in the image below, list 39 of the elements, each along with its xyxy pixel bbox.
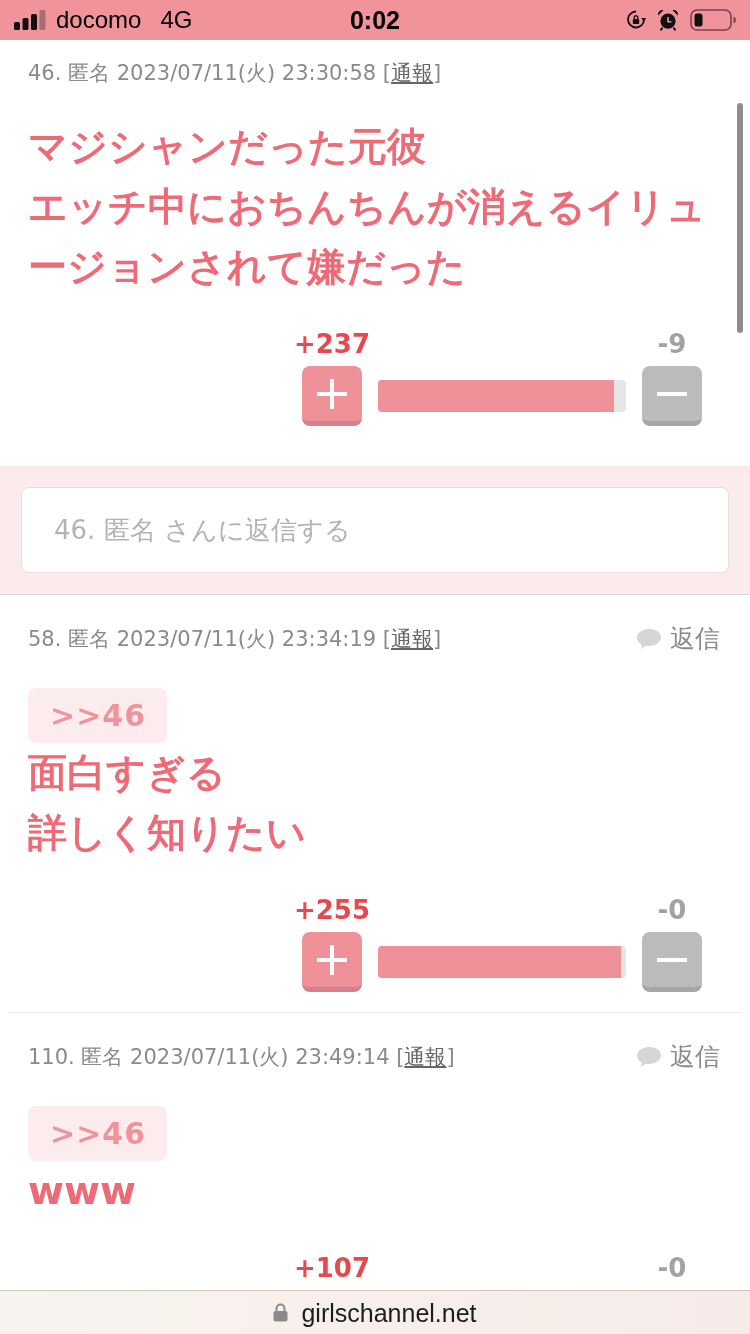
alarm-clock-icon	[657, 9, 679, 31]
post-body: www	[28, 1167, 138, 1215]
speech-bubble-icon	[636, 1046, 662, 1068]
clock-time: 0:02	[349, 6, 400, 34]
minus-icon	[657, 391, 687, 396]
post-meta: 46. 匿名 2023/07/11(火) 23:30:58 [通報]	[28, 60, 442, 87]
plus-vote-button[interactable]	[302, 932, 362, 992]
minus-count: -0	[657, 1253, 687, 1283]
plus-icon	[317, 378, 347, 409]
post-body: 面白すぎる 詳しく知りたい	[28, 749, 307, 857]
network-label: 4G	[160, 6, 193, 34]
minus-vote-button[interactable]	[642, 932, 702, 992]
url-text: girlschannel.net	[301, 1297, 477, 1328]
post-meta: 110. 匿名 2023/07/11(火) 23:49:14 [通報]	[28, 1044, 455, 1071]
post-body: マジシャンだった元彼 エッチ中におちんちんが消えるイリュージョンされて嫌だった	[28, 123, 707, 291]
report-link[interactable]: 通報	[391, 61, 434, 85]
plus-count: +255	[293, 895, 371, 925]
speech-bubble-icon	[636, 628, 662, 650]
plus-icon	[317, 944, 347, 975]
signal-icon	[14, 10, 46, 30]
rotation-lock-icon	[626, 10, 646, 30]
reply-field[interactable]: 46. 匿名 さんに返信する	[21, 487, 729, 573]
reply-anchor-link[interactable]: >>46	[28, 1106, 168, 1161]
report-link[interactable]: 通報	[391, 627, 434, 651]
reply-anchor-link[interactable]: >>46	[28, 688, 168, 743]
lock-icon	[273, 1303, 289, 1322]
reply-button[interactable]: 返信	[636, 625, 720, 653]
carrier-label: docomo	[56, 6, 142, 34]
plus-count: +107	[293, 1253, 371, 1283]
plus-vote-button[interactable]	[302, 366, 362, 426]
battery-icon	[690, 9, 736, 31]
minus-vote-button[interactable]	[642, 366, 702, 426]
minus-count: -9	[657, 329, 687, 359]
plus-count: +237	[293, 329, 371, 359]
report-link[interactable]: 通報	[404, 1045, 447, 1069]
post-meta: 58. 匿名 2023/07/11(火) 23:34:19 [通報]	[28, 626, 442, 653]
minus-icon	[657, 957, 687, 962]
minus-count: -0	[657, 895, 687, 925]
reply-button[interactable]: 返信	[636, 1043, 720, 1071]
